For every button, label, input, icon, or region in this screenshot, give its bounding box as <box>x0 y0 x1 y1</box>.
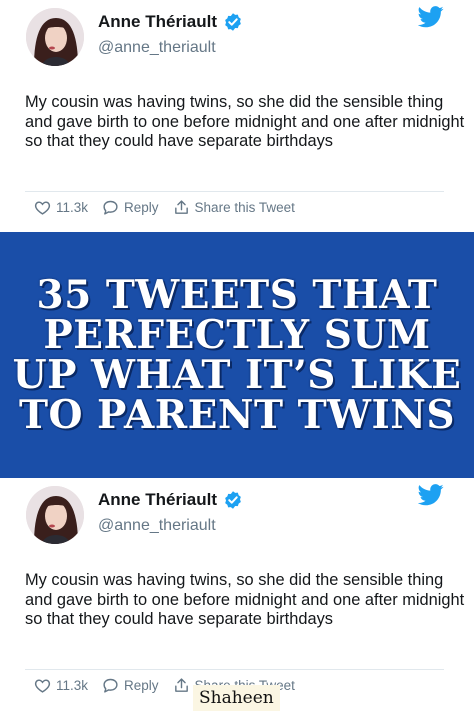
tweet-text: My cousin was having twins, so she did t… <box>25 93 465 150</box>
twitter-bird-icon[interactable] <box>418 6 444 28</box>
author-name-text[interactable]: Anne Thériault <box>98 490 217 510</box>
author-name[interactable]: Anne Thériault <box>98 12 243 32</box>
share-button[interactable]: Share this Tweet <box>173 199 295 216</box>
author-handle[interactable]: @anne_theriault <box>98 517 216 535</box>
reply-button[interactable]: Reply <box>102 199 159 216</box>
divider <box>25 191 444 192</box>
headline-banner: 35 TWEETS THAT PERFECTLY SUM UP WHAT IT’… <box>0 232 474 478</box>
heart-icon <box>34 679 51 693</box>
avatar[interactable] <box>26 486 84 544</box>
reply-button[interactable]: Reply <box>102 677 159 694</box>
reply-icon <box>103 200 118 215</box>
like-button[interactable]: 11.3k <box>34 677 88 694</box>
like-count: 11.3k <box>56 678 89 693</box>
heart-icon <box>34 201 51 215</box>
verified-badge-icon <box>225 491 241 509</box>
author-handle[interactable]: @anne_theriault <box>98 39 216 57</box>
tweet-actions: 11.3k Reply Share this Tweet <box>34 199 309 216</box>
tweet-card-top: Anne Thériault @anne_theriault My cousin… <box>0 0 474 232</box>
author-name-text[interactable]: Anne Thériault <box>98 12 217 32</box>
like-button[interactable]: 11.3k <box>34 199 88 216</box>
reply-label: Reply <box>124 678 159 693</box>
reply-icon <box>103 678 118 693</box>
twitter-bird-icon[interactable] <box>418 484 444 506</box>
tweet-text: My cousin was having twins, so she did t… <box>25 571 465 628</box>
share-icon <box>174 678 188 692</box>
reply-label: Reply <box>124 200 159 215</box>
tweet-card-bottom: Anne Thériault @anne_theriault My cousin… <box>0 478 474 711</box>
divider <box>25 669 444 670</box>
share-icon <box>174 200 188 214</box>
watermark-label: Shaheen <box>193 685 280 711</box>
avatar[interactable] <box>26 8 84 66</box>
like-count: 11.3k <box>56 200 89 215</box>
author-name[interactable]: Anne Thériault <box>98 490 243 510</box>
share-label: Share this Tweet <box>194 200 295 215</box>
verified-badge-icon <box>225 13 241 31</box>
headline: 35 TWEETS THAT PERFECTLY SUM UP WHAT IT’… <box>12 272 462 438</box>
